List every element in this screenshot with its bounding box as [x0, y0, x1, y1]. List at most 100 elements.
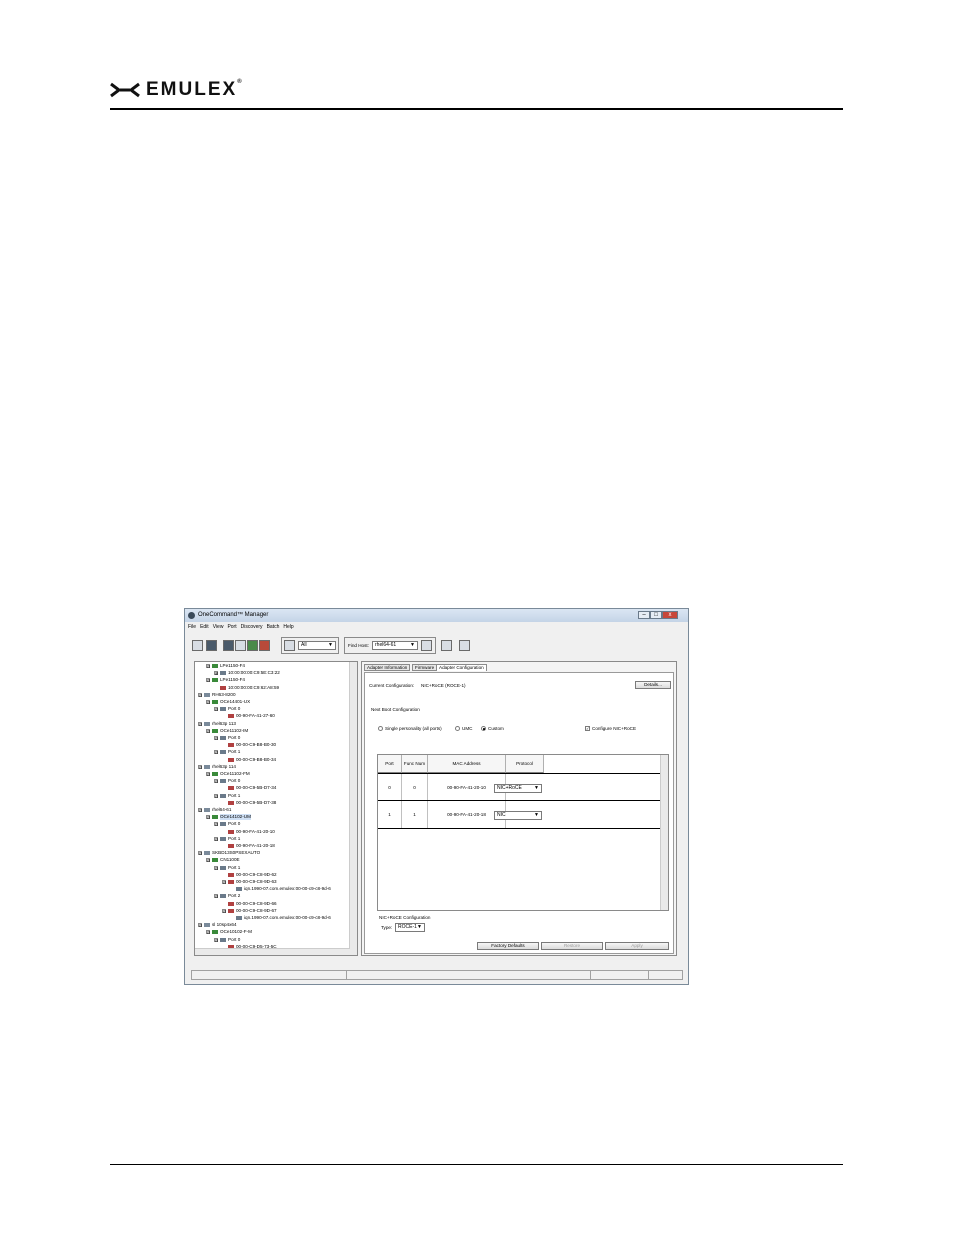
- menu-view[interactable]: View: [213, 624, 224, 631]
- tree-node[interactable]: ⊟ SKBD13S0PSEXAUTO: [198, 850, 260, 856]
- tree-node[interactable]: ⊟ Port 0: [214, 937, 240, 943]
- menu-port[interactable]: Port: [227, 624, 236, 631]
- tree-node[interactable]: ⊟ OCe14102-UM: [206, 814, 251, 821]
- host-tree[interactable]: ⊟ LPe1150-F4 ⊞ 10:00:00:00:C9:5E:C3:22 ⊟ LPe1…: [194, 661, 358, 956]
- unmanaged-icon[interactable]: [259, 640, 270, 651]
- expander-icon[interactable]: ⊟: [206, 700, 210, 705]
- restore-button[interactable]: Restore: [541, 942, 603, 950]
- expander-icon[interactable]: ⊟: [206, 858, 210, 863]
- expander-icon[interactable]: ⊟: [206, 930, 210, 935]
- configure-nic-roce-checkbox[interactable]: ✓: [585, 726, 590, 731]
- tree-node[interactable]: 00-00-C9-B8-B0-34: [222, 757, 276, 763]
- tab-adapter-information[interactable]: Adapter Information: [364, 664, 411, 671]
- tree-node[interactable]: ⊟ 00-00-C9-C8-9D-67: [222, 908, 277, 914]
- fc-hba-icon[interactable]: [235, 640, 246, 651]
- expander-icon[interactable]: ⊟: [222, 908, 226, 913]
- fabric-view-icon[interactable]: [206, 640, 217, 651]
- tree-node[interactable]: 00-90-FA-41-20-10: [222, 829, 275, 835]
- filter-icon[interactable]: [284, 640, 295, 651]
- single-personality-radio[interactable]: [378, 726, 383, 731]
- expander-icon[interactable]: ⊟: [198, 764, 202, 769]
- expander-icon[interactable]: ⊟: [214, 894, 218, 899]
- tree-node[interactable]: ⊟ Port 0: [214, 778, 240, 784]
- menu-edit[interactable]: Edit: [200, 624, 209, 631]
- protocol-select[interactable]: NIC ▼: [494, 811, 542, 820]
- discovery-icon[interactable]: [441, 640, 452, 651]
- tree-node[interactable]: 00-00-C9-5B-D7-34: [222, 785, 276, 791]
- table-row[interactable]: 0 0 00-90-FA-41-20-10 NIC+RoCE ▼: [378, 773, 660, 801]
- tree-node[interactable]: iqn.1990-07.com.emulex:00-00-c9-c8-9d-6: [230, 886, 331, 892]
- tree-node[interactable]: ⊟ Port 1: [214, 836, 240, 842]
- tree-node[interactable]: ⊟ OCe14401-UX: [206, 699, 250, 705]
- maximize-button[interactable]: □: [650, 611, 662, 619]
- details-button[interactable]: Details...: [635, 681, 671, 689]
- find-host-search-icon[interactable]: [421, 640, 432, 651]
- tree-node[interactable]: ⊟ RH63-8200: [198, 692, 236, 698]
- tree-node[interactable]: 00-00-C9-C8-9D-62: [222, 872, 277, 878]
- tree-node[interactable]: ⊟ Port 0: [214, 821, 240, 827]
- expander-icon[interactable]: ⊟: [198, 721, 202, 726]
- help-icon[interactable]: [459, 640, 470, 651]
- apply-button[interactable]: Apply: [605, 942, 669, 950]
- tree-node[interactable]: 00-90-FA-41-27-60: [222, 713, 275, 719]
- expander-icon[interactable]: ⊟: [214, 822, 218, 827]
- protocol-select[interactable]: NIC+RoCE ▼: [494, 784, 542, 793]
- menu-discovery[interactable]: Discovery: [241, 624, 263, 631]
- table-row[interactable]: 1 1 00-90-FA-41-20-18 NIC ▼: [378, 801, 660, 829]
- host-view-icon[interactable]: [192, 640, 203, 651]
- find-host-select[interactable]: rhel64-61 ▼: [372, 641, 418, 650]
- tree-node[interactable]: 00-00-C9-B8-B0-30: [222, 742, 276, 748]
- expander-icon[interactable]: ⊟: [198, 692, 202, 697]
- tree-node[interactable]: ⊟ OCe11102-FM: [206, 771, 250, 777]
- menu-batch[interactable]: Batch: [267, 624, 280, 631]
- tree-vertical-scrollbar[interactable]: [349, 662, 357, 955]
- minimize-button[interactable]: –: [638, 611, 650, 619]
- tree-node[interactable]: 00-00-C9-C8-9D-66: [222, 901, 277, 907]
- tree-node[interactable]: ⊟ Port 1: [214, 749, 240, 755]
- tree-node[interactable]: ⊟ rhel63p 114: [198, 764, 236, 770]
- tree-node[interactable]: ⊟ CN1100E: [206, 857, 240, 863]
- tree-node[interactable]: ⊟ rhel63p 113: [198, 721, 236, 727]
- expander-icon[interactable]: ⊟: [198, 923, 202, 928]
- expander-icon[interactable]: ⊟: [214, 793, 218, 798]
- tree-node[interactable]: ⊟ OCe10102-F-M: [206, 929, 252, 935]
- expander-icon[interactable]: ⊟: [214, 937, 218, 942]
- tree-node[interactable]: ⊟ Port 0: [214, 735, 240, 741]
- custom-radio[interactable]: [481, 726, 486, 731]
- expander-icon[interactable]: ⊟: [214, 779, 218, 784]
- tree-node[interactable]: ⊟ Port 2: [214, 893, 240, 899]
- tree-node[interactable]: ⊟ OCe11102-IM: [206, 728, 248, 734]
- expander-icon[interactable]: ⊟: [222, 880, 226, 885]
- tree-node[interactable]: ⊟ LPe1150-F4: [206, 663, 245, 669]
- expander-icon[interactable]: ⊟: [214, 836, 218, 841]
- tree-node[interactable]: ⊟ sl 10sp4x64: [198, 922, 237, 928]
- local-hba-icon[interactable]: [223, 640, 234, 651]
- tree-node[interactable]: ⊟ LPe1150-F4: [206, 677, 245, 683]
- tree-node[interactable]: ⊟ Port 0: [214, 706, 240, 712]
- tree-node[interactable]: ⊞ 10:00:00:00:C9:5E:C3:22: [214, 670, 280, 676]
- tree-node[interactable]: ⊟ rhel64-61: [198, 807, 231, 813]
- roce-type-select[interactable]: ROCE-1 ▼: [395, 923, 425, 932]
- expander-icon[interactable]: ⊟: [206, 815, 210, 820]
- expander-icon[interactable]: ⊟: [214, 750, 218, 755]
- expander-icon[interactable]: ⊟: [206, 772, 210, 777]
- menu-file[interactable]: File: [188, 624, 196, 631]
- tree-node[interactable]: 00-90-FA-41-20-18: [222, 843, 275, 849]
- expander-icon[interactable]: ⊟: [206, 664, 210, 669]
- tree-node[interactable]: ⊟ Port 1: [214, 793, 240, 799]
- expander-icon[interactable]: ⊟: [214, 865, 218, 870]
- factory-defaults-button[interactable]: Factory Defaults: [477, 942, 539, 950]
- tree-horizontal-scrollbar[interactable]: [195, 948, 350, 955]
- tab-firmware[interactable]: Firmware: [412, 664, 438, 671]
- tree-node[interactable]: 10:00:00:00:C9:62:A8:59: [214, 685, 279, 691]
- adapter-icon[interactable]: [247, 640, 258, 651]
- expander-icon[interactable]: ⊟: [206, 678, 210, 683]
- menu-help[interactable]: Help: [283, 624, 293, 631]
- tree-node[interactable]: ⊟ 00-00-C9-C8-9D-63: [222, 879, 277, 885]
- expander-icon[interactable]: ⊟: [206, 728, 210, 733]
- expander-icon[interactable]: ⊟: [214, 707, 218, 712]
- expander-icon[interactable]: ⊟: [198, 851, 202, 856]
- tree-node[interactable]: iqn.1990-07.com.emulex:00-00-c9-c8-9d-6: [230, 915, 331, 921]
- umc-radio[interactable]: [455, 726, 460, 731]
- close-button[interactable]: x: [662, 611, 678, 619]
